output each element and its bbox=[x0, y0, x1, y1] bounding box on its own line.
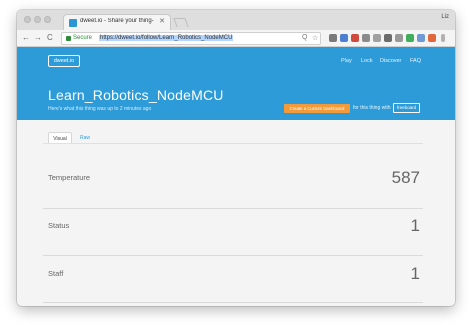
page-title: Learn_Robotics_NodeMCU bbox=[48, 87, 224, 103]
menu-icon[interactable] bbox=[441, 34, 445, 42]
create-dashboard-button[interactable]: Create a Custom Dashboard bbox=[284, 104, 350, 113]
reload-icon[interactable]: C bbox=[47, 33, 53, 43]
back-icon[interactable]: ← bbox=[22, 33, 30, 43]
close-icon[interactable]: ✕ bbox=[159, 17, 165, 25]
address-bar[interactable]: Secure https://dweet.io/follow/Learn_Rob… bbox=[61, 32, 321, 45]
page-subtitle: Here's what this thing was up to 2 minut… bbox=[48, 106, 152, 112]
dweet-favicon-icon bbox=[69, 19, 77, 27]
profile-name[interactable]: Liz bbox=[441, 14, 449, 20]
forward-icon[interactable]: → bbox=[34, 33, 42, 43]
extension-icon[interactable] bbox=[362, 34, 370, 42]
extension-icon[interactable] bbox=[340, 34, 348, 42]
nav-faq[interactable]: FAQ bbox=[410, 58, 421, 64]
maximize-window-button[interactable] bbox=[44, 16, 51, 23]
extension-icon[interactable] bbox=[329, 34, 337, 42]
page-content: dweet.io Play Lock Discover FAQ Learn_Ro… bbox=[17, 47, 455, 306]
new-tab-button[interactable] bbox=[173, 18, 189, 27]
minimize-window-button[interactable] bbox=[34, 16, 41, 23]
row-divider bbox=[43, 302, 423, 303]
thing-header: dweet.io Play Lock Discover FAQ Learn_Ro… bbox=[17, 47, 455, 120]
browser-tab[interactable]: dweet.io - Share your thing- li ✕ bbox=[63, 14, 171, 30]
close-window-button[interactable] bbox=[24, 16, 31, 23]
reading-label: Temperature bbox=[48, 173, 91, 182]
reading-label: Staff bbox=[48, 269, 64, 278]
nav-play[interactable]: Play bbox=[341, 58, 352, 64]
secure-label: Secure bbox=[73, 35, 93, 41]
reading-row: Temperature 587 bbox=[43, 154, 423, 201]
extension-icon[interactable] bbox=[373, 34, 381, 42]
extension-icon[interactable] bbox=[384, 34, 392, 42]
tab-divider bbox=[43, 143, 423, 144]
extension-icon[interactable] bbox=[406, 34, 414, 42]
star-icon[interactable]: ☆ bbox=[312, 34, 318, 42]
tab-strip: dweet.io - Share your thing- li ✕ Liz bbox=[17, 10, 455, 30]
url-text[interactable]: https://dweet.io/follow/Learn_Robotics_N… bbox=[99, 35, 234, 41]
search-icon[interactable]: Q bbox=[302, 34, 307, 41]
reading-row: Status 1 bbox=[43, 202, 423, 249]
reading-value: 1 bbox=[410, 264, 420, 283]
extension-icon[interactable] bbox=[395, 34, 403, 42]
reading-value: 587 bbox=[391, 168, 420, 187]
browser-toolbar: ← → C Secure https://dweet.io/follow/Lea… bbox=[17, 30, 455, 47]
extension-icon[interactable] bbox=[351, 34, 359, 42]
reading-value: 1 bbox=[410, 216, 420, 235]
nav-lock[interactable]: Lock bbox=[361, 58, 373, 64]
freeboard-button[interactable]: freeboard bbox=[393, 103, 420, 113]
extension-icon[interactable] bbox=[417, 34, 425, 42]
browser-window: dweet.io - Share your thing- li ✕ Liz ← … bbox=[17, 10, 455, 306]
dweet-logo[interactable]: dweet.io bbox=[48, 55, 80, 67]
extension-icon[interactable] bbox=[428, 34, 436, 42]
browser-tab-title: dweet.io - Share your thing- li bbox=[80, 18, 154, 24]
lock-icon bbox=[66, 36, 71, 41]
reading-row: Staff 1 bbox=[43, 250, 423, 297]
create-dashboard-suffix: for this thing with bbox=[353, 105, 391, 111]
nav-discover[interactable]: Discover bbox=[380, 58, 401, 64]
reading-label: Status bbox=[48, 221, 70, 230]
